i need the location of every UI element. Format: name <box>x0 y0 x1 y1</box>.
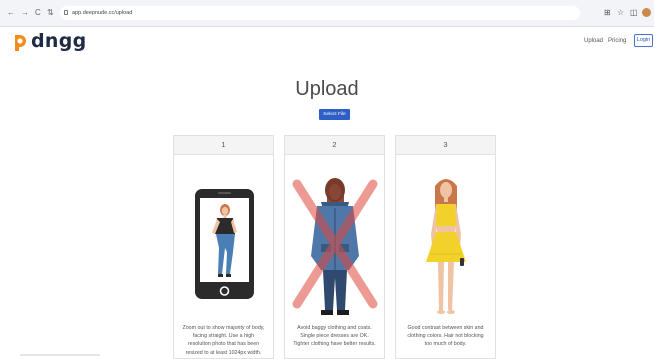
baggy-clothing-illustration <box>292 178 378 315</box>
card-number: 1 <box>174 136 273 155</box>
card-number: 2 <box>285 136 384 155</box>
site-info-icon[interactable]: ⇅ <box>47 8 54 18</box>
logo-text[interactable]: dngg <box>31 30 87 52</box>
guideline-card-1: 1 Zoom out to show majority of body, fac… <box>173 135 274 359</box>
guideline-card-3: 3 Good contrast between skin and clothin… <box>395 135 496 359</box>
forward-icon[interactable]: → <box>21 8 29 18</box>
profile-avatar[interactable] <box>642 8 651 17</box>
browser-toolbar: ← → C ⇅ app.deepnude.cc/upload ⊞ ☆ ◫ <box>0 0 654 27</box>
app-header <box>0 27 654 57</box>
card-description: Good contrast between skin and clothing … <box>407 325 484 348</box>
lock-icon <box>64 10 68 15</box>
url-text: app.deepnude.cc/upload <box>72 10 133 16</box>
good-contrast-illustration <box>426 179 466 314</box>
card-description: Avoid baggy clothing and coats. Single p… <box>293 325 376 348</box>
nav-pricing-link[interactable]: Pricing <box>608 36 626 46</box>
guideline-card-2: 2 Avoid baggy clothing and coats. Single… <box>284 135 385 359</box>
logo-icon[interactable] <box>13 33 27 51</box>
reload-icon[interactable]: C <box>35 8 41 18</box>
address-bar[interactable]: app.deepnude.cc/upload <box>60 6 580 20</box>
sidebar-icon[interactable]: ◫ <box>630 8 638 18</box>
login-button[interactable]: Login <box>634 34 653 47</box>
select-file-button[interactable]: Select File <box>319 109 350 120</box>
horizontal-scrollbar[interactable] <box>20 354 100 356</box>
phone-photo-illustration <box>195 189 254 299</box>
page-title: Upload <box>295 78 359 100</box>
card-description: Zoom out to show majority of body, facin… <box>182 325 265 356</box>
bookmark-star-icon[interactable]: ☆ <box>617 8 624 18</box>
translate-icon[interactable]: ⊞ <box>604 8 611 18</box>
card-number: 3 <box>396 136 495 155</box>
back-icon[interactable]: ← <box>7 8 15 18</box>
nav-upload-link[interactable]: Upload <box>584 36 603 46</box>
